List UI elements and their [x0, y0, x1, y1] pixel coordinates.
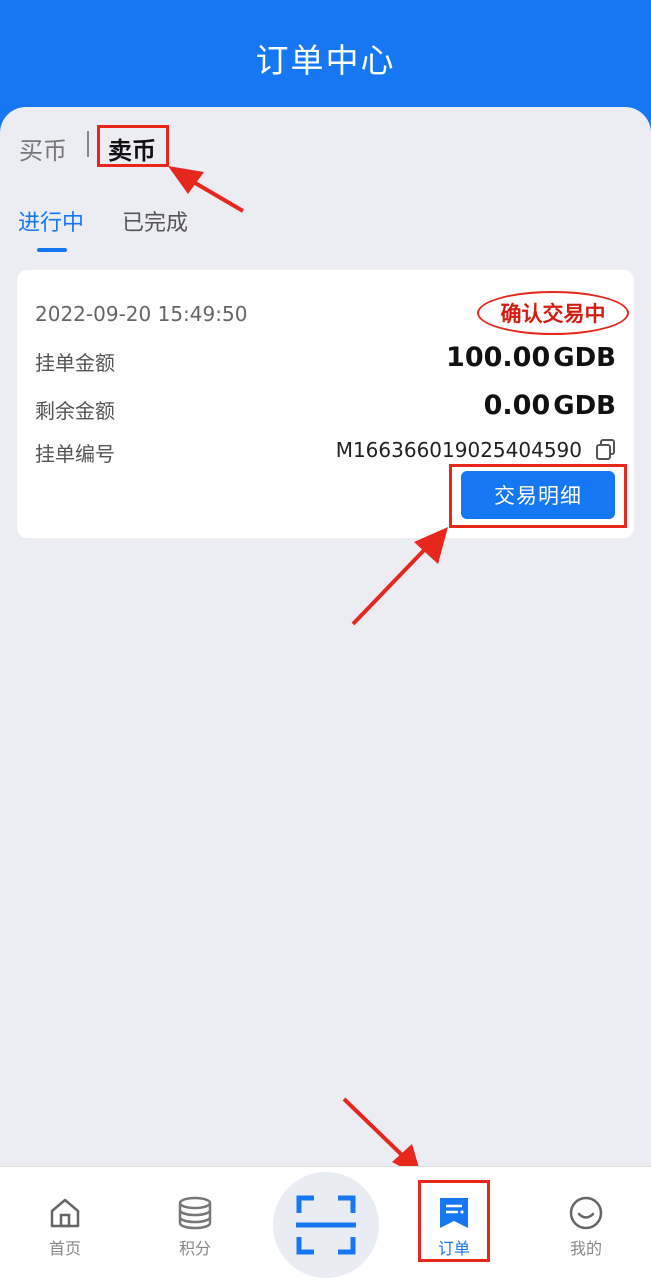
- smile-icon: [569, 1196, 603, 1230]
- remaining-unit: GDB: [553, 391, 616, 421]
- remaining-label: 剩余金额: [35, 399, 115, 423]
- trade-detail-button[interactable]: 交易明细: [461, 471, 615, 519]
- nav-orders[interactable]: 订单: [414, 1167, 494, 1280]
- segment-buy[interactable]: 买币: [19, 131, 67, 166]
- scan-icon[interactable]: [296, 1195, 356, 1255]
- nav-points[interactable]: 积分: [155, 1167, 235, 1280]
- nav-home[interactable]: 首页: [25, 1167, 105, 1280]
- status-text: 确认交易中: [500, 302, 606, 326]
- tab-in-progress[interactable]: 进行中: [18, 205, 84, 237]
- amount-number: 100.00: [446, 342, 551, 373]
- order-card: 2022-09-20 15:49:50 确认交易中 挂单金额 100.00 GDB…: [17, 270, 634, 538]
- amount-unit: GDB: [553, 343, 616, 373]
- order-no-label: 挂单编号: [35, 442, 115, 466]
- coins-icon: [178, 1196, 212, 1230]
- amount-label: 挂单金额: [35, 351, 115, 375]
- tab-active-indicator: [37, 248, 67, 252]
- order-no-value: M166366019025404590: [335, 438, 582, 462]
- copy-icon[interactable]: [596, 439, 616, 461]
- bottom-tab-bar: 首页 积分 订单 我的: [0, 1166, 651, 1280]
- amount-value: 100.00 GDB: [446, 342, 616, 373]
- nav-profile-label: 我的: [569, 1239, 602, 1258]
- page-title: 订单中心: [255, 41, 396, 80]
- nav-profile[interactable]: 我的: [546, 1167, 626, 1280]
- order-icon: [440, 1198, 468, 1228]
- remaining-value: 0.00 GDB: [484, 390, 616, 421]
- nav-home-label: 首页: [48, 1239, 81, 1258]
- annotation-box-sell: [97, 125, 169, 167]
- remaining-number: 0.00: [483, 390, 551, 421]
- segment-divider: [87, 131, 89, 157]
- nav-points-label: 积分: [178, 1239, 211, 1258]
- main-content: 买币 卖币 进行中 已完成 2022-09-20 15:49:50 确认交易中 …: [0, 107, 651, 1167]
- nav-orders-label: 订单: [437, 1239, 470, 1258]
- home-icon: [50, 1198, 80, 1228]
- order-time: 2022-09-20 15:49:50: [35, 302, 248, 326]
- status-badge: 确认交易中: [477, 291, 629, 335]
- tab-completed[interactable]: 已完成: [122, 205, 188, 237]
